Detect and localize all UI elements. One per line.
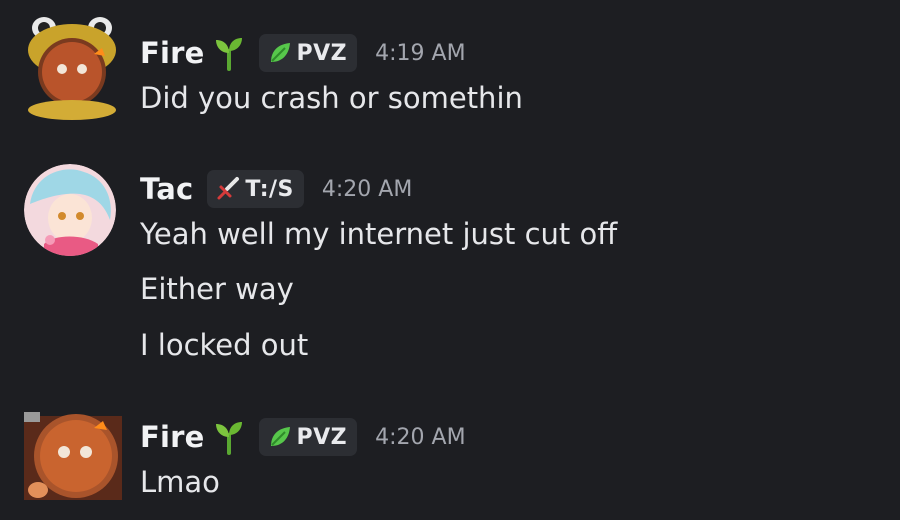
server-tag[interactable]: PVZ	[258, 418, 358, 456]
username[interactable]: Fire	[140, 36, 205, 70]
message-header: Fire PVZ 4:19 AM	[140, 34, 466, 72]
timestamp: 4:19 AM	[375, 40, 466, 66]
sprout-icon	[213, 419, 245, 455]
message-header: Fire PVZ 4:20 AM	[140, 418, 466, 456]
username[interactable]: Tac	[140, 172, 193, 206]
tag-label: PVZ	[296, 424, 348, 450]
message-text: Did you crash or somethin	[140, 81, 523, 115]
message-text: I locked out	[140, 328, 309, 362]
sprout-icon	[213, 35, 245, 71]
timestamp: 4:20 AM	[321, 176, 413, 202]
timestamp: 4:20 AM	[375, 424, 466, 450]
server-tag[interactable]: T:/S	[207, 170, 304, 208]
message-text: Either way	[140, 272, 294, 306]
tag-label: PVZ	[296, 40, 348, 66]
avatar[interactable]	[24, 410, 122, 502]
message-text: Yeah well my internet just cut off	[140, 217, 618, 251]
message-text: Lmao	[140, 465, 220, 499]
sword-icon	[215, 176, 241, 202]
server-tag[interactable]: PVZ	[258, 34, 358, 72]
leaf-icon	[267, 424, 293, 450]
message-header: Tac T:/S 4:20 AM	[140, 170, 412, 208]
tag-label: T:/S	[245, 176, 294, 202]
username[interactable]: Fire	[140, 420, 205, 454]
avatar[interactable]	[24, 164, 116, 256]
leaf-icon	[267, 40, 293, 66]
avatar[interactable]	[24, 14, 116, 120]
